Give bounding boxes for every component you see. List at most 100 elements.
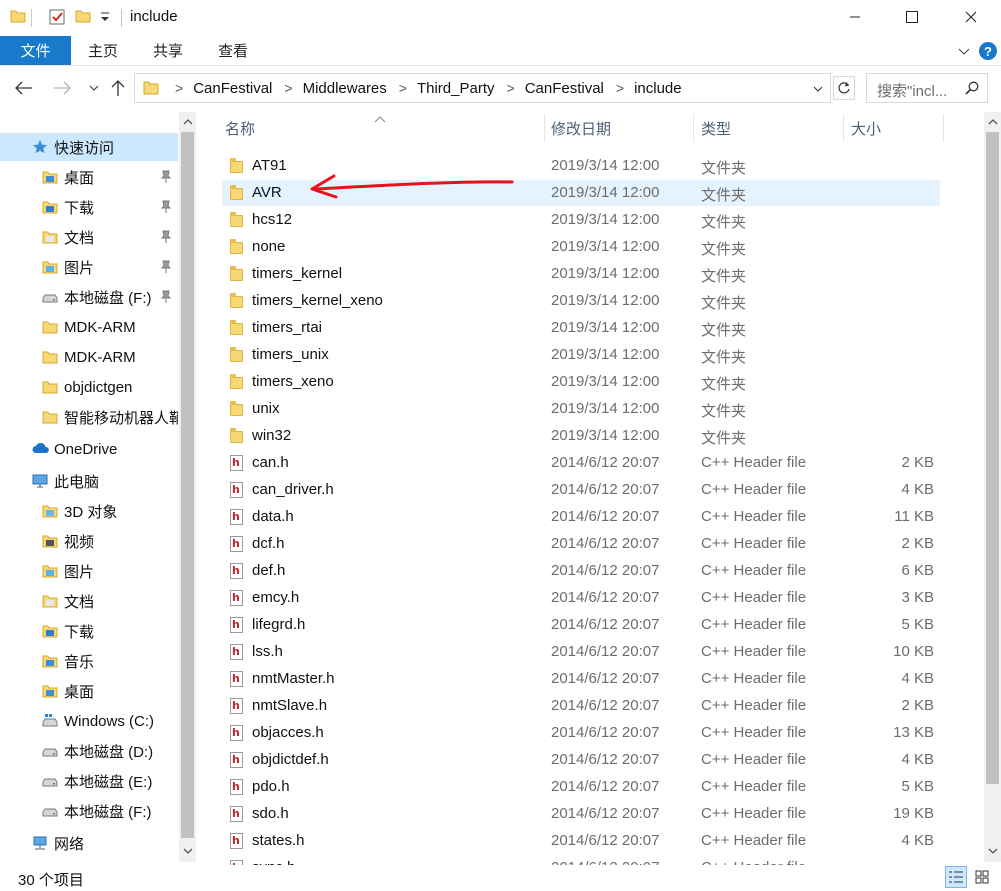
nav-item[interactable]: 下载 (0, 193, 178, 221)
nav-item[interactable]: 智能移动机器人鞘 (0, 403, 178, 431)
large-icons-view-button[interactable] (971, 866, 993, 888)
file-row[interactable]: timers_kernel 2019/3/14 12:00 文件夹 (222, 261, 940, 287)
nav-scrollbar[interactable] (179, 112, 196, 862)
nav-item[interactable]: 本地磁盘 (E:) (0, 767, 178, 795)
properties-icon[interactable] (48, 8, 66, 26)
file-row[interactable]: h lss.h 2014/6/12 20:07 C++ Header file 10 K… (222, 639, 940, 665)
breadcrumb-separator[interactable]: > (387, 80, 417, 96)
scroll-down-icon[interactable] (986, 844, 999, 858)
file-row[interactable]: h states.h 2014/6/12 20:07 C++ Header file 4… (222, 828, 940, 854)
tab-view[interactable]: 查看 (218, 36, 248, 65)
tab-share[interactable]: 共享 (153, 36, 183, 65)
file-row[interactable]: h nmtSlave.h 2014/6/12 20:07 C++ Header fil… (222, 693, 940, 719)
column-divider[interactable] (843, 114, 844, 142)
file-row[interactable]: h sdo.h 2014/6/12 20:07 C++ Header file 19 K… (222, 801, 940, 827)
list-scrollbar[interactable] (984, 112, 1001, 862)
column-header-date[interactable]: 修改日期 (551, 112, 691, 145)
address-dropdown-icon[interactable] (812, 82, 824, 94)
file-row[interactable]: timers_xeno 2019/3/14 12:00 文件夹 (222, 369, 940, 395)
file-row[interactable]: h can.h 2014/6/12 20:07 C++ Header file 2 KB (222, 450, 940, 476)
breadcrumb-item[interactable]: include (634, 80, 682, 97)
pin-icon[interactable] (160, 260, 172, 274)
help-button[interactable]: ? (979, 42, 997, 60)
new-folder-icon[interactable] (75, 8, 93, 26)
file-row[interactable]: h can_driver.h 2014/6/12 20:07 C++ Header f… (222, 477, 940, 503)
nav-item[interactable]: objdictgen (0, 373, 178, 401)
file-row[interactable]: unix 2019/3/14 12:00 文件夹 (222, 396, 940, 422)
tab-home[interactable]: 主页 (88, 36, 118, 65)
file-row[interactable]: h nmtMaster.h 2014/6/12 20:07 C++ Header fi… (222, 666, 940, 692)
column-header-name[interactable]: 名称 (225, 112, 543, 145)
nav-item[interactable]: 视频 (0, 527, 178, 555)
nav-item[interactable]: 图片 (0, 253, 178, 281)
nav-item[interactable]: 网络 (0, 829, 178, 857)
nav-item[interactable]: Windows (C:) (0, 707, 178, 735)
breadcrumb-item[interactable]: CanFestival (193, 80, 272, 97)
column-divider[interactable] (544, 114, 545, 142)
file-row[interactable]: h objdictdef.h 2014/6/12 20:07 C++ Header f… (222, 747, 940, 773)
nav-item[interactable]: 音乐 (0, 647, 178, 675)
file-row[interactable]: h lifegrd.h 2014/6/12 20:07 C++ Header file… (222, 612, 940, 638)
breadcrumb-item[interactable]: Middlewares (303, 80, 387, 97)
file-row[interactable]: h dcf.h 2014/6/12 20:07 C++ Header file 2 KB (222, 531, 940, 557)
refresh-button[interactable] (833, 76, 855, 100)
scroll-thumb[interactable] (181, 132, 194, 838)
scroll-up-icon[interactable] (986, 115, 999, 129)
customize-toolbar-icon[interactable] (99, 10, 117, 28)
expand-ribbon-icon[interactable] (957, 44, 971, 58)
nav-item[interactable]: 本地磁盘 (D:) (0, 737, 178, 765)
back-button[interactable] (14, 78, 34, 98)
close-button[interactable] (948, 0, 994, 34)
file-row[interactable]: timers_rtai 2019/3/14 12:00 文件夹 (222, 315, 940, 341)
address-bar[interactable]: > CanFestival > Middlewares > Third_Part… (134, 73, 831, 103)
breadcrumb-separator[interactable]: > (272, 80, 302, 96)
nav-item[interactable]: 文档 (0, 223, 178, 251)
nav-item[interactable]: 3D 对象 (0, 497, 178, 525)
up-button[interactable] (108, 78, 128, 98)
file-row[interactable]: none 2019/3/14 12:00 文件夹 (222, 234, 940, 260)
nav-item[interactable]: 本地磁盘 (F:) (0, 797, 178, 825)
nav-item[interactable]: 文档 (0, 587, 178, 615)
nav-item[interactable]: 图片 (0, 557, 178, 585)
scroll-down-icon[interactable] (181, 844, 194, 858)
column-header-size[interactable]: 大小 (851, 112, 941, 145)
minimize-button[interactable] (832, 0, 878, 34)
nav-item[interactable]: OneDrive (0, 435, 178, 463)
scroll-up-icon[interactable] (181, 115, 194, 129)
nav-item[interactable]: 桌面 (0, 163, 178, 191)
breadcrumb-item[interactable]: Third_Party (417, 80, 495, 97)
pin-icon[interactable] (160, 290, 172, 304)
scroll-thumb[interactable] (986, 132, 999, 784)
breadcrumb-item[interactable]: CanFestival (525, 80, 604, 97)
file-row[interactable]: win32 2019/3/14 12:00 文件夹 (222, 423, 940, 449)
file-row[interactable]: h objacces.h 2014/6/12 20:07 C++ Header fil… (222, 720, 940, 746)
column-header-type[interactable]: 类型 (701, 112, 841, 145)
maximize-button[interactable] (889, 0, 935, 34)
pin-icon[interactable] (160, 170, 172, 184)
file-row[interactable]: h data.h 2014/6/12 20:07 C++ Header file 11 … (222, 504, 940, 530)
nav-item[interactable]: 下载 (0, 617, 178, 645)
tab-file[interactable]: 文件 (0, 36, 71, 65)
column-divider[interactable] (943, 114, 944, 142)
search-icon[interactable] (965, 81, 979, 95)
nav-item[interactable]: MDK-ARM (0, 313, 178, 341)
search-box[interactable]: 搜索"incl... (866, 73, 988, 103)
nav-item[interactable]: 快速访问 (0, 133, 178, 161)
nav-item[interactable]: MDK-ARM (0, 343, 178, 371)
pin-icon[interactable] (160, 200, 172, 214)
nav-item[interactable]: 本地磁盘 (F:) (0, 283, 178, 311)
file-row[interactable]: h pdo.h 2014/6/12 20:07 C++ Header file 5 KB (222, 774, 940, 800)
pin-icon[interactable] (160, 230, 172, 244)
breadcrumb-separator[interactable]: > (495, 80, 525, 96)
search-input[interactable]: 搜索"incl... (877, 80, 962, 101)
file-row[interactable]: h def.h 2014/6/12 20:07 C++ Header file 6 KB (222, 558, 940, 584)
file-row[interactable]: hcs12 2019/3/14 12:00 文件夹 (222, 207, 940, 233)
details-view-button[interactable] (945, 866, 967, 888)
file-row[interactable]: timers_unix 2019/3/14 12:00 文件夹 (222, 342, 940, 368)
file-row[interactable]: h emcy.h 2014/6/12 20:07 C++ Header file 3 K… (222, 585, 940, 611)
forward-button[interactable] (52, 78, 72, 98)
breadcrumb-separator[interactable]: > (604, 80, 634, 96)
nav-item[interactable]: 桌面 (0, 677, 178, 705)
file-row[interactable]: timers_kernel_xeno 2019/3/14 12:00 文件夹 (222, 288, 940, 314)
recent-locations-button[interactable] (84, 78, 104, 98)
